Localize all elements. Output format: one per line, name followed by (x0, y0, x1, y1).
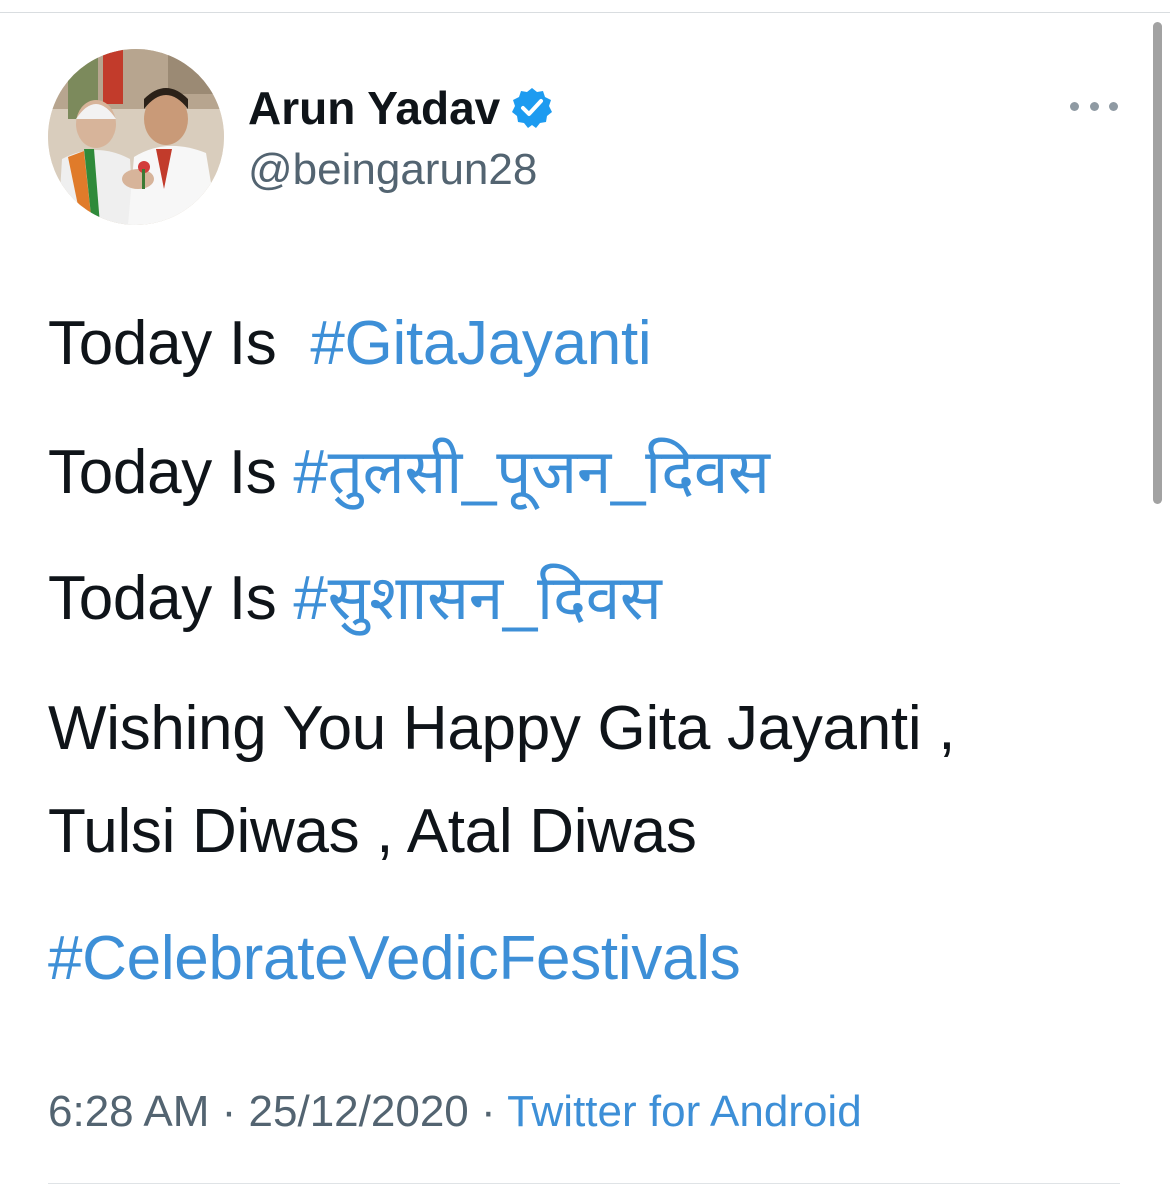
line-prefix: Today Is (48, 309, 311, 378)
author-handle[interactable]: @beingarun28 (248, 145, 537, 195)
tweet-closing-line: #CelebrateVedicFestivals (48, 923, 741, 995)
tweet-message-line-2: Tulsi Diwas , Atal Diwas (48, 797, 697, 866)
tweet-line-tulsi-pujan: Today Is #तुलसी_पूजन_दिवस (48, 437, 770, 509)
more-dot (1070, 101, 1079, 111)
hashtag-link[interactable]: #GitaJayanti (310, 309, 651, 378)
line-prefix: Today Is (48, 564, 294, 633)
scrollbar[interactable] (1153, 22, 1162, 504)
meta-separator: · (468, 1087, 508, 1136)
top-divider (0, 12, 1170, 13)
tweet-date[interactable]: 25/12/2020 (249, 1087, 469, 1136)
meta-separator: · (209, 1087, 249, 1136)
tweet-line-gita-jayanti: Today Is #GitaJayanti (48, 308, 652, 380)
bottom-divider (48, 1183, 1120, 1184)
avatar[interactable] (48, 49, 224, 225)
tweet-line-sushasan: Today Is #सुशासन_दिवस (48, 563, 662, 635)
author-display-name[interactable]: Arun Yadav (248, 81, 500, 135)
avatar-photo-icon (48, 49, 224, 225)
tweet-meta: 6:28 AM · 25/12/2020 · Twitter for Andro… (48, 1085, 862, 1139)
more-dot (1089, 101, 1099, 111)
more-options-icon[interactable] (1070, 92, 1118, 120)
line-prefix: Today Is (48, 438, 294, 507)
tweet-source-link[interactable]: Twitter for Android (507, 1087, 862, 1136)
tweet-message-line-1: Wishing You Happy Gita Jayanti , (48, 694, 956, 763)
more-dot (1109, 101, 1118, 111)
author-name-row: Arun Yadav (248, 80, 554, 136)
hashtag-link[interactable]: #CelebrateVedicFestivals (48, 924, 741, 993)
verified-badge-icon (510, 86, 554, 130)
hashtag-link[interactable]: #सुशासन_दिवस (293, 564, 661, 633)
hashtag-link[interactable]: #तुलसी_पूजन_दिवस (293, 438, 769, 507)
tweet-time[interactable]: 6:28 AM (48, 1087, 209, 1136)
